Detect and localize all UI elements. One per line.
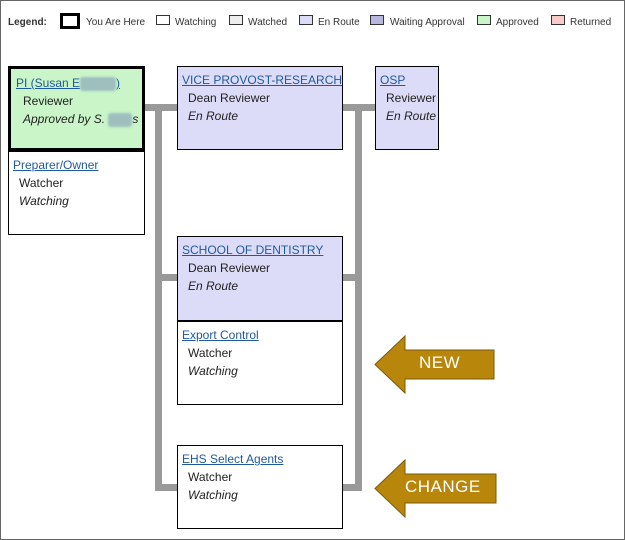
node-dentistry-role: Dean Reviewer (188, 261, 271, 275)
legend-swatch-waiting-approval (370, 15, 384, 25)
connector-left-ehs (155, 484, 178, 491)
node-ehs-status: Watching (188, 488, 238, 502)
legend-swatch-en-route (299, 15, 313, 25)
new-arrow-icon: NEW (374, 334, 495, 395)
node-dentistry: SCHOOL OF DENTISTRY Dean Reviewer En Rou… (177, 236, 343, 321)
legend-swatch-watching (156, 15, 170, 25)
node-dentistry-title[interactable]: SCHOOL OF DENTISTRY (182, 243, 323, 257)
new-label: NEW (419, 353, 461, 372)
node-export-control-role: Watcher (188, 346, 233, 360)
legend-label: En Route (318, 17, 360, 28)
node-ehs: EHS Select Agents Watcher Watching (177, 445, 343, 529)
node-export-control-status: Watching (188, 364, 238, 378)
connector-left-rail (155, 104, 162, 491)
node-preparer: Preparer/Owner Watcher Watching (8, 151, 145, 235)
node-preparer-status: Watching (19, 194, 69, 208)
node-preparer-role: Watcher (19, 176, 64, 190)
node-pi: PI (Susan Exxxxxx) Reviewer Approved by … (8, 66, 145, 151)
legend-swatch-approved (477, 15, 491, 25)
node-vice-provost-title[interactable]: VICE PROVOST-RESEARCH (182, 73, 342, 87)
redacted-name: xxxxxx (80, 76, 117, 91)
node-osp-role: Reviewer (386, 91, 437, 105)
node-vice-provost-role: Dean Reviewer (188, 91, 271, 105)
connector-right-ehs (342, 484, 362, 491)
node-ehs-role: Watcher (188, 470, 233, 484)
node-preparer-title[interactable]: Preparer/Owner (13, 158, 98, 172)
node-pi-role: Reviewer (23, 94, 74, 108)
node-export-control-title[interactable]: Export Control (182, 328, 259, 342)
legend-label: Waiting Approval (390, 17, 465, 28)
node-pi-title[interactable]: PI (Susan Exxxxxx) (16, 76, 120, 91)
connector-right-rail (355, 104, 362, 491)
node-ehs-title[interactable]: EHS Select Agents (182, 452, 283, 466)
change-label: CHANGE (405, 477, 481, 496)
legend-swatch-watched (229, 15, 243, 25)
connector-right-dentistry (342, 274, 362, 281)
legend-label: Approved (496, 17, 539, 28)
legend-swatch-returned (551, 15, 565, 25)
change-arrow-icon: CHANGE (374, 458, 497, 519)
node-vice-provost: VICE PROVOST-RESEARCH Dean Reviewer En R… (177, 66, 343, 150)
legend-label: Watched (248, 17, 288, 28)
legend-title: Legend: (8, 17, 47, 28)
node-osp: OSP Reviewer En Route (375, 66, 439, 150)
connector-left-dentistry (155, 274, 178, 281)
redacted-name: xxxx (108, 112, 133, 127)
legend-label: You Are Here (86, 17, 146, 28)
node-pi-status: Approved by S. xxxxs (23, 112, 139, 127)
legend-label: Watching (175, 17, 217, 28)
legend-label: Returned (570, 17, 612, 28)
node-export-control: Export Control Watcher Watching (177, 321, 343, 405)
node-vice-provost-status: En Route (188, 109, 239, 123)
node-osp-title[interactable]: OSP (380, 73, 405, 87)
node-osp-status: En Route (386, 109, 437, 123)
legend-swatch-you-are-here (60, 13, 80, 29)
node-dentistry-status: En Route (188, 279, 239, 293)
